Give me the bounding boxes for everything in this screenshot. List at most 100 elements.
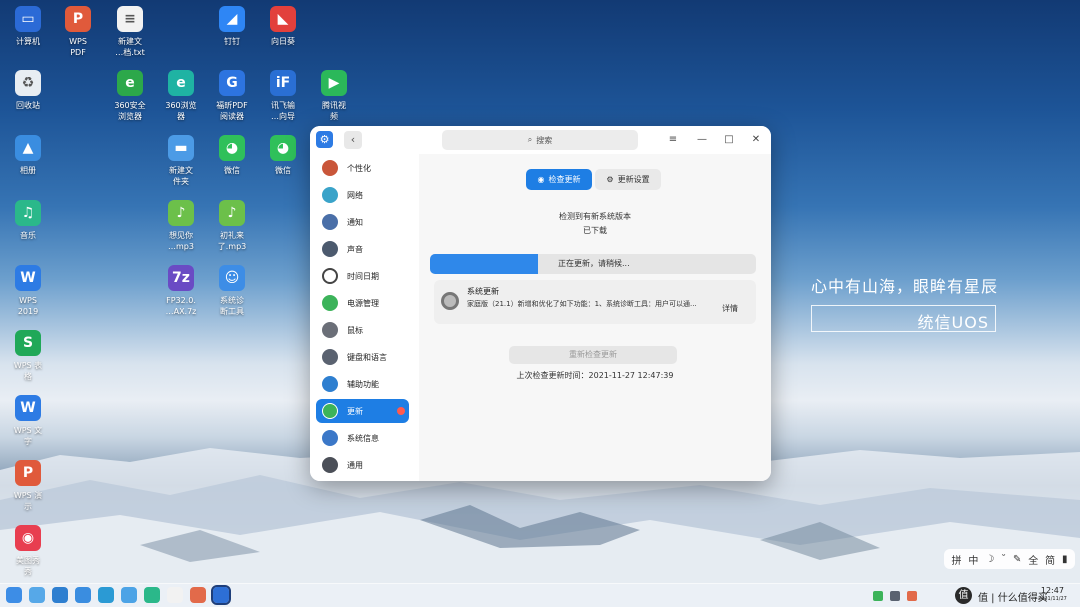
progress-label: 正在更新，请稍候... — [558, 259, 630, 268]
desktop-icon[interactable]: W WPS 2019 — [0, 265, 56, 317]
desktop-icon[interactable]: ◕ 微信 — [204, 135, 260, 176]
tray-icon-1[interactable] — [873, 591, 883, 601]
desktop-icon-label: 回收站 — [16, 101, 40, 110]
taskbar-control-center-icon[interactable] — [211, 585, 231, 605]
sidebar-item[interactable]: 声音 — [316, 237, 409, 261]
tab-update-settings[interactable]: ⚙ 更新设置 — [595, 169, 661, 190]
desktop-icon[interactable]: 7z FP32.0. …AX.7z — [153, 265, 209, 317]
sidebar-item-label: 辅助功能 — [347, 379, 379, 389]
ime-button[interactable]: 拼 — [951, 552, 961, 567]
back-button[interactable]: ‹ — [344, 131, 362, 149]
desktop-icon[interactable]: ♪ 初礼来 了.mp3 — [204, 200, 260, 252]
ime-button[interactable]: ✎ — [1013, 554, 1021, 565]
desktop-icon-label: 计算机 — [16, 37, 40, 46]
app-icon: S — [15, 330, 41, 356]
app-icon: W — [15, 395, 41, 421]
sidebar-item-label: 键盘和语言 — [347, 352, 387, 362]
ime-button[interactable]: 中 — [968, 552, 978, 567]
sidebar-item-label: 鼠标 — [347, 325, 363, 335]
taskbar-file-manager-icon[interactable] — [75, 587, 91, 603]
sidebar-icon — [322, 214, 338, 230]
minimize-button[interactable]: — — [695, 133, 709, 147]
desktop-icon[interactable]: ◢ 钉钉 — [204, 6, 260, 47]
sidebar-item[interactable]: 键盘和语言 — [316, 345, 409, 369]
desktop-icon-label: WPS 文 字 — [13, 426, 43, 446]
taskbar-mail-icon[interactable] — [190, 587, 206, 603]
ime-button[interactable]: ▮ — [1062, 554, 1068, 565]
ime-button[interactable]: 全 — [1028, 552, 1038, 567]
search-input[interactable]: ⌕ 搜索 — [442, 130, 638, 150]
desktop-icon[interactable]: ♻ 回收站 — [0, 70, 56, 111]
ime-button[interactable]: ˘ — [1001, 554, 1006, 565]
desktop-icon[interactable]: ▭ 计算机 — [0, 6, 56, 47]
taskbar-launcher-icon[interactable] — [6, 587, 22, 603]
taskbar-album-icon[interactable] — [121, 587, 137, 603]
desktop-icon-label: 相册 — [20, 166, 36, 175]
sidebar-item-label: 系统信息 — [347, 433, 379, 443]
desktop-icon[interactable]: ▶ 腾讯视 频 — [306, 70, 362, 122]
desktop-icon[interactable]: ▲ 相册 — [0, 135, 56, 176]
desktop-icon[interactable]: ▬ 新建文 件夹 — [153, 135, 209, 187]
sidebar-item[interactable]: 系统信息 — [316, 426, 409, 450]
search-icon: ⌕ — [527, 135, 533, 144]
tray-icon-2[interactable] — [890, 591, 900, 601]
sidebar-item[interactable]: 网络 — [316, 183, 409, 207]
app-icon: e — [117, 70, 143, 96]
app-icon: ◉ — [15, 525, 41, 551]
taskbar-home-icon[interactable] — [52, 587, 68, 603]
sidebar-item[interactable]: 时间日期 — [316, 264, 409, 288]
sidebar-item[interactable]: 辅助功能 — [316, 372, 409, 396]
sidebar-icon — [322, 430, 338, 446]
desktop-icon[interactable]: e 360浏览 器 — [153, 70, 209, 122]
taskbar-multitask-icon[interactable] — [29, 587, 45, 603]
desktop-icon[interactable]: S WPS 表 格 — [0, 330, 56, 382]
taskbar-clock[interactable]: 12:47 2021/11/27 — [1038, 586, 1067, 604]
status-new-version: 检测到有新系统版本 — [559, 212, 631, 221]
desktop-icon[interactable]: W WPS 文 字 — [0, 395, 56, 447]
app-icon: iF — [270, 70, 296, 96]
ime-toolbar: 拼中 ☽ ˘ ✎ 全简 ▮ — [944, 549, 1075, 569]
sidebar-icon — [322, 241, 338, 257]
menu-button[interactable]: ≡ — [666, 133, 680, 147]
desktop-icon[interactable]: ☺ 系统诊 断工具 — [204, 265, 260, 317]
desktop-icon-label: 新建文 …档.txt — [115, 37, 145, 57]
desktop-icon[interactable]: ♪ 想见你 …mp3 — [153, 200, 209, 252]
taskbar-calendar-icon[interactable] — [167, 587, 183, 603]
taskbar-music-icon[interactable] — [144, 587, 160, 603]
app-icon: ◕ — [270, 135, 296, 161]
ime-button[interactable]: 简 — [1045, 552, 1055, 567]
desktop-icon[interactable]: ◣ 向日葵 — [255, 6, 311, 47]
desktop-icon-label: WPS 演 示 — [13, 491, 43, 511]
desktop-icon-label: WPS 表 格 — [13, 361, 43, 381]
desktop-icon[interactable]: P WPS PDF — [50, 6, 106, 58]
desktop-icon-label: WPS PDF — [69, 37, 87, 57]
sidebar-item[interactable]: 通用 — [316, 453, 409, 477]
sidebar-item[interactable]: 电源管理 — [316, 291, 409, 315]
app-icon: ♪ — [168, 200, 194, 226]
app-icon: ♪ — [219, 200, 245, 226]
desktop-icon[interactable]: P WPS 演 示 — [0, 460, 56, 512]
sidebar-item-label: 网络 — [347, 190, 363, 200]
sidebar-item[interactable]: 通知 — [316, 210, 409, 234]
ime-button[interactable]: ☽ — [985, 554, 994, 565]
recheck-update-button[interactable]: 重新检查更新 — [509, 346, 677, 364]
desktop-icon[interactable]: G 福昕PDF 阅读器 — [204, 70, 260, 122]
app-icon: ▭ — [15, 6, 41, 32]
tray-icon-3[interactable] — [907, 591, 917, 601]
desktop-icon[interactable]: ◕ 微信 — [255, 135, 311, 176]
taskbar-browser-icon[interactable] — [98, 587, 114, 603]
desktop-icon[interactable]: iF 讯飞输 …向导 — [255, 70, 311, 122]
sidebar-item[interactable]: 更新 — [316, 399, 409, 423]
sidebar-item[interactable]: 鼠标 — [316, 318, 409, 342]
app-icon: ◢ — [219, 6, 245, 32]
sidebar-item[interactable]: 个性化 — [316, 156, 409, 180]
sidebar-item-label: 时间日期 — [347, 271, 379, 281]
desktop-icon[interactable]: ♫ 音乐 — [0, 200, 56, 241]
tab-check-update[interactable]: ◉ 检查更新 — [526, 169, 592, 190]
desktop-icon[interactable]: ≡ 新建文 …档.txt — [102, 6, 158, 58]
close-button[interactable]: ✕ — [749, 133, 763, 147]
desktop-icon[interactable]: ◉ 美图秀 秀 — [0, 525, 56, 577]
maximize-button[interactable]: □ — [722, 133, 736, 147]
desktop-icon[interactable]: e 360安全 浏览器 — [102, 70, 158, 122]
details-link[interactable]: 详情 — [722, 303, 738, 314]
